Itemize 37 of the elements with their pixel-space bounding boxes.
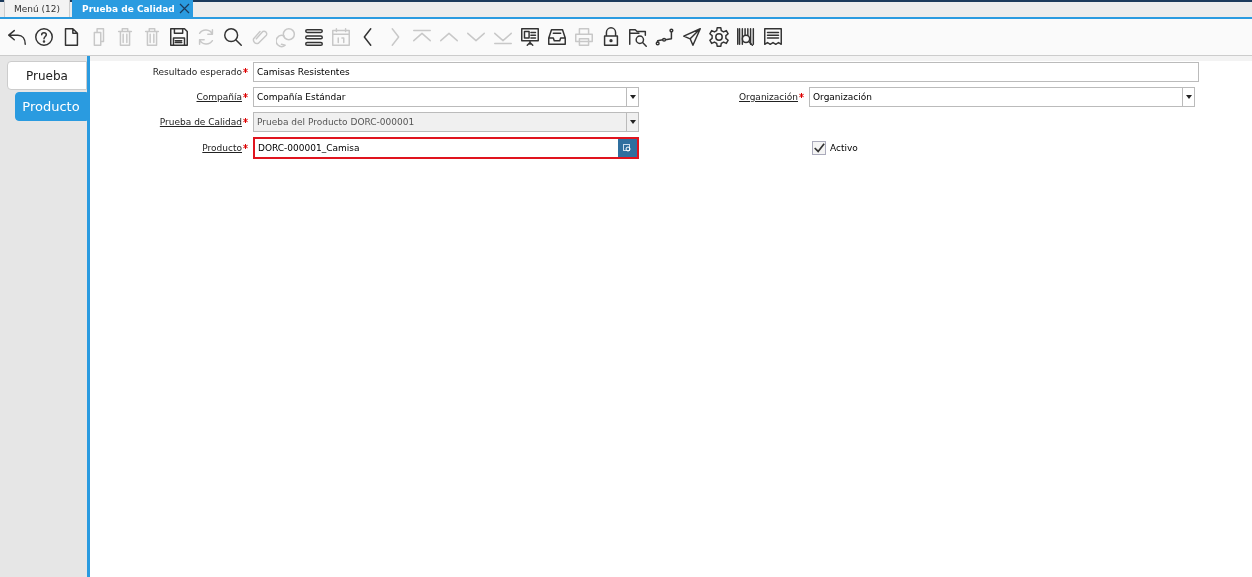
close-icon[interactable]: [178, 3, 190, 14]
route-icon[interactable]: [654, 26, 676, 48]
barcode-icon[interactable]: [735, 26, 757, 48]
folder-search-icon[interactable]: [627, 26, 649, 48]
required-icon: [243, 144, 248, 149]
checkbox[interactable]: [812, 141, 826, 155]
caret-icon: [629, 95, 636, 99]
caret-icon: [629, 120, 636, 124]
receipt-icon[interactable]: [762, 26, 784, 48]
field-label[interactable]: Compañía: [90, 92, 248, 102]
dropdown-button[interactable]: [626, 88, 638, 106]
help-icon[interactable]: [33, 26, 55, 48]
caret-icon: [1185, 95, 1192, 99]
required-icon: [243, 118, 248, 123]
field-label[interactable]: Organización: [644, 92, 804, 102]
send-icon[interactable]: [681, 26, 703, 48]
save-icon[interactable]: [168, 26, 190, 48]
field-label[interactable]: Producto: [90, 143, 248, 153]
dropdown-field[interactable]: Organización: [809, 87, 1195, 107]
required-icon: [799, 93, 804, 98]
required-icon: [243, 68, 248, 73]
window-tab[interactable]: Menú (12): [4, 0, 71, 17]
side-tab[interactable]: Prueba: [7, 61, 87, 90]
checkbox-label: Activo: [830, 143, 858, 153]
search-icon[interactable]: [222, 26, 244, 48]
lookup-button[interactable]: [618, 139, 637, 157]
menu-icon[interactable]: [303, 26, 325, 48]
dropdown-button[interactable]: [1182, 88, 1194, 106]
input-field[interactable]: Camisas Resistentes: [253, 62, 1199, 82]
lookup-icon: [623, 144, 632, 152]
search-field[interactable]: DORC-000001_Camisa: [253, 137, 639, 159]
presentation-icon[interactable]: [519, 26, 541, 48]
inbox-icon[interactable]: [546, 26, 568, 48]
field-label: Resultado esperado: [90, 67, 248, 77]
dropdown-field[interactable]: Compañía Estándar: [253, 87, 639, 107]
required-icon: [243, 93, 248, 98]
settings-icon[interactable]: [708, 26, 730, 48]
